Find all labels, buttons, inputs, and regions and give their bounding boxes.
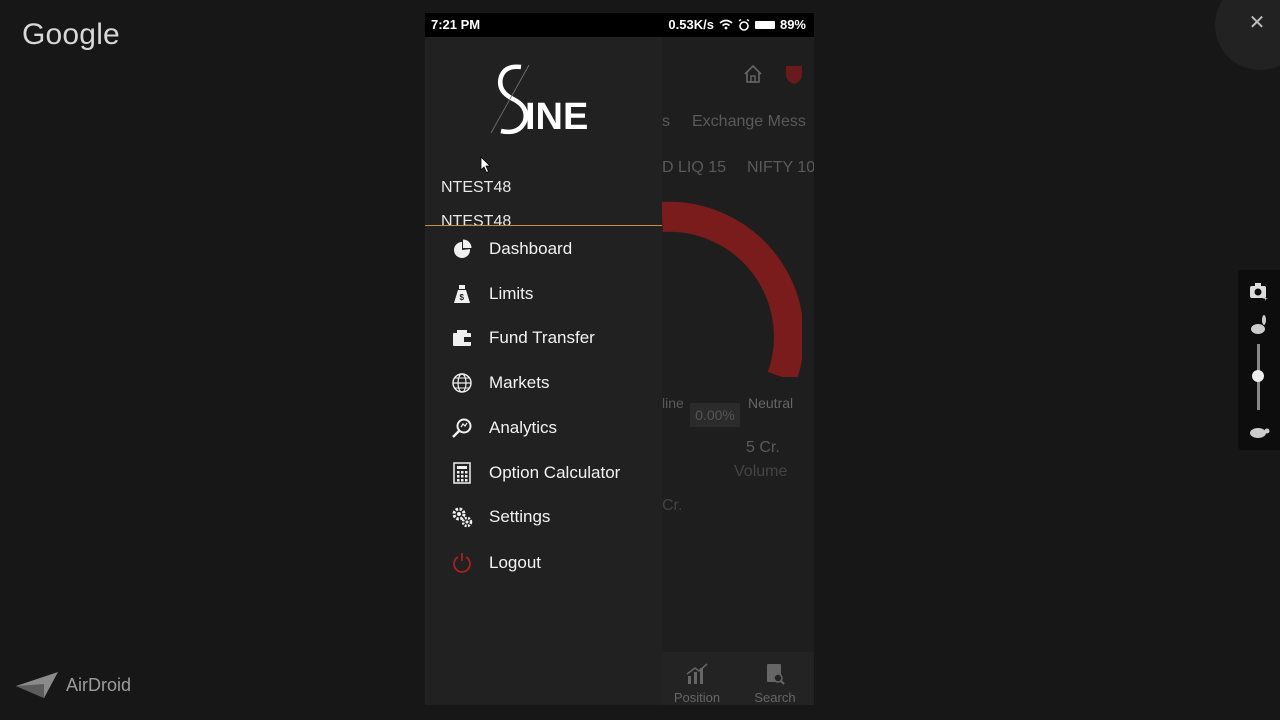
bg-tab-exchange[interactable]: Exchange Mess xyxy=(692,113,806,131)
search-doc-icon xyxy=(767,664,785,685)
wifi-icon xyxy=(719,19,733,30)
bg-volume-label: Volume xyxy=(734,463,788,480)
navigation-drawer: INE NTEST48 NTEST48 Dashboard $ Limits F… xyxy=(425,37,662,705)
menu-label-limits: Limits xyxy=(489,284,534,303)
close-icon[interactable]: ✕ xyxy=(1240,6,1274,40)
bg-decline-label: line xyxy=(662,395,684,411)
bg-percent-badge: 0.00% xyxy=(690,403,740,427)
tab-position-label: Position xyxy=(673,690,721,705)
menu-label-dashboard: Dashboard xyxy=(489,239,573,258)
money-bag-icon: $ xyxy=(451,283,473,305)
tab-search[interactable]: Search xyxy=(740,662,810,705)
menu-item-dashboard[interactable]: Dashboard xyxy=(451,233,651,265)
svg-text:INE: INE xyxy=(525,96,588,138)
power-icon xyxy=(451,552,473,574)
battery-percent: 89% xyxy=(779,17,806,32)
magnifier-icon xyxy=(451,417,473,439)
svg-text:+: + xyxy=(1263,294,1268,302)
sentiment-gauge xyxy=(662,201,802,377)
menu-label-markets: Markets xyxy=(489,373,550,392)
chart-icon xyxy=(686,663,708,684)
airdroid-label: AirDroid xyxy=(66,674,132,695)
menu-item-limits[interactable]: $ Limits xyxy=(451,278,651,310)
menu-item-logout[interactable]: Logout xyxy=(451,547,651,579)
bg-ticker-2: NIFTY 10 xyxy=(747,159,814,176)
bg-ticker-1: D LIQ 15 xyxy=(662,159,727,176)
status-right: 0.53K/s 89% xyxy=(668,17,806,32)
wallet-icon xyxy=(451,327,473,349)
menu-item-fund-transfer[interactable]: Fund Transfer xyxy=(451,322,651,354)
home-icon[interactable] xyxy=(742,63,764,85)
menu-item-option-calculator[interactable]: Option Calculator xyxy=(451,457,651,489)
turtle-icon[interactable] xyxy=(1248,420,1270,442)
battery-icon xyxy=(754,20,775,29)
airdroid-logo: AirDroid xyxy=(14,668,131,702)
status-bar: 7:21 PM 0.53K/s 89% xyxy=(425,13,814,37)
menu-item-markets[interactable]: Markets xyxy=(451,367,651,399)
user-id-line2: NTEST48 xyxy=(441,213,512,230)
menu-label-logout: Logout xyxy=(489,553,541,572)
pie-chart-icon xyxy=(451,238,473,260)
sine-logo: INE xyxy=(490,64,588,138)
gears-icon xyxy=(451,506,473,528)
menu-label-analytics: Analytics xyxy=(489,418,558,437)
shield-icon[interactable] xyxy=(783,63,805,85)
globe-icon xyxy=(451,372,473,394)
svg-text:$: $ xyxy=(460,293,465,302)
user-id-line1: NTEST48 xyxy=(441,179,512,196)
mouse-cursor-icon xyxy=(480,156,491,174)
menu-item-analytics[interactable]: Analytics xyxy=(451,412,651,444)
side-toolbar: + xyxy=(1238,270,1280,450)
background-app: s Exchange Mess D LIQ 15 NIFTY 10 line 0… xyxy=(662,37,814,705)
net-speed: 0.53K/s xyxy=(668,17,714,32)
alarm-icon xyxy=(738,18,750,31)
bg-tab-partial: s xyxy=(662,113,670,130)
bg-neutral-label: Neutral xyxy=(748,395,794,411)
status-time: 7:21 PM xyxy=(431,17,481,32)
bottom-nav: Position Search xyxy=(662,652,814,705)
google-logo: Google xyxy=(22,18,120,51)
menu-label-fund-transfer: Fund Transfer xyxy=(489,328,595,347)
bg-left-value: Cr. xyxy=(662,497,683,514)
menu-label-settings: Settings xyxy=(489,507,551,526)
camera-icon[interactable]: + xyxy=(1248,280,1270,302)
drawer-divider xyxy=(425,225,662,226)
menu-label-option-calculator: Option Calculator xyxy=(489,463,621,482)
tab-search-label: Search xyxy=(754,690,796,705)
rabbit-icon[interactable] xyxy=(1248,314,1270,336)
menu-item-settings[interactable]: Settings xyxy=(451,501,651,533)
speed-slider-knob[interactable] xyxy=(1252,370,1264,382)
calculator-icon xyxy=(451,462,473,484)
airdroid-plane-icon xyxy=(16,672,58,698)
bg-volume-value: 5 Cr. xyxy=(746,439,780,456)
phone-screen: 7:21 PM 0.53K/s 89% s Exchange Mess D LI… xyxy=(425,13,814,705)
tab-position[interactable]: Position xyxy=(662,662,732,705)
